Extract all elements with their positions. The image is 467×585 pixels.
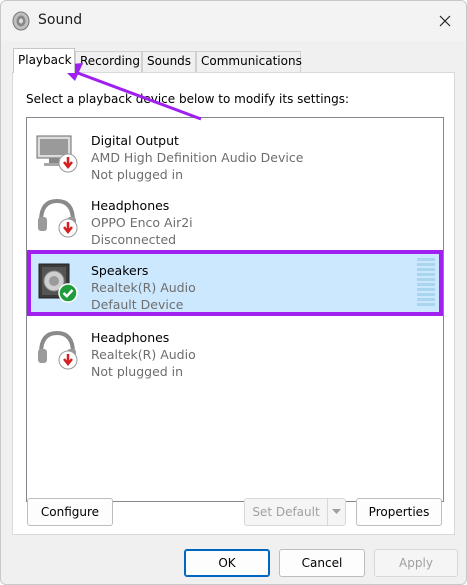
speaker-icon xyxy=(12,11,30,31)
speaker-icon xyxy=(38,263,78,303)
device-item-headphones-oppo[interactable]: Headphones OPPO Enco Air2i Disconnected xyxy=(27,185,443,249)
device-list[interactable]: Digital Output AMD High Definition Audio… xyxy=(26,117,444,502)
device-driver: Realtek(R) Audio xyxy=(91,280,196,295)
device-item-headphones-realtek[interactable]: Headphones Realtek(R) Audio Not plugged … xyxy=(27,317,443,381)
set-default-button[interactable]: Set Default xyxy=(244,498,328,526)
default-check-badge-icon xyxy=(58,283,78,303)
tab-communications[interactable]: Communications xyxy=(196,51,302,72)
tab-label: Sounds xyxy=(147,54,192,68)
device-driver: AMD High Definition Audio Device xyxy=(91,150,304,165)
volume-level-meter xyxy=(417,258,435,308)
tab-playback[interactable]: Playback xyxy=(13,48,75,73)
device-status: Not plugged in xyxy=(91,167,184,182)
tab-label: Communications xyxy=(201,54,302,68)
title-bar: Sound xyxy=(1,1,466,41)
properties-button[interactable]: Properties xyxy=(356,498,442,526)
device-name: Speakers xyxy=(91,263,149,278)
device-name: Digital Output xyxy=(91,133,179,148)
unplugged-badge-icon xyxy=(58,153,78,173)
unplugged-badge-icon xyxy=(58,218,78,238)
device-driver: Realtek(R) Audio xyxy=(91,347,196,362)
configure-button[interactable]: Configure xyxy=(27,498,113,526)
playback-panel: Select a playback device below to modify… xyxy=(12,72,455,535)
tab-label: Playback xyxy=(18,53,72,67)
ok-button[interactable]: OK xyxy=(184,549,270,577)
cancel-button[interactable]: Cancel xyxy=(279,549,365,577)
instruction-text: Select a playback device below to modify… xyxy=(26,92,350,106)
monitor-icon xyxy=(36,135,78,173)
apply-button[interactable]: Apply xyxy=(374,549,458,577)
headphones-icon xyxy=(38,198,78,238)
tab-label: Recording xyxy=(80,54,141,68)
device-name: Headphones xyxy=(91,330,170,345)
device-status: Not plugged in xyxy=(91,364,184,379)
close-button[interactable] xyxy=(430,7,460,35)
tab-sounds[interactable]: Sounds xyxy=(142,51,196,72)
sound-dialog: Sound Playback Recording Sounds Communic… xyxy=(0,0,467,585)
window-title: Sound xyxy=(38,12,83,28)
unplugged-badge-icon xyxy=(58,350,78,370)
device-driver: OPPO Enco Air2i xyxy=(91,215,193,230)
device-item-digital-output[interactable]: Digital Output AMD High Definition Audio… xyxy=(27,120,443,184)
chevron-down-icon xyxy=(332,509,341,514)
headphones-icon xyxy=(38,330,78,370)
tab-recording[interactable]: Recording xyxy=(75,51,142,72)
set-default-dropdown[interactable] xyxy=(327,498,346,526)
device-name: Headphones xyxy=(91,198,170,213)
device-status: Disconnected xyxy=(91,232,177,247)
device-status: Default Device xyxy=(91,297,184,312)
close-icon xyxy=(439,15,451,27)
device-item-speakers[interactable]: Speakers Realtek(R) Audio Default Device xyxy=(27,250,443,316)
